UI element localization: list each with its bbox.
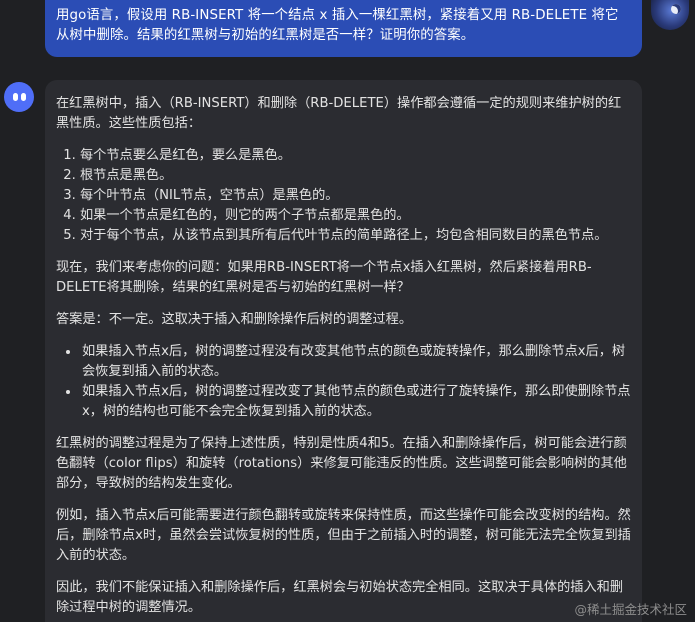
moon-icon (671, 4, 681, 14)
user-avatar-icon[interactable] (651, 0, 689, 30)
cases-list: 如果插入节点x后，树的调整过程没有改变其他节点的颜色或旋转操作，那么删除节点x后… (56, 342, 632, 422)
watermark: @稀土掘金技术社区 (574, 602, 687, 617)
list-item: 如果一个节点是红色的，则它的两个子节点都是黑色的。 (80, 206, 632, 226)
properties-list: 每个节点要么是红色，要么是黑色。 根节点是黑色。 每个叶节点（NIL节点，空节点… (56, 146, 632, 246)
chat-page: 用go语言，假设用 RB-INSERT 将一个结点 x 插入一棵红黑树，紧接着又… (0, 0, 695, 622)
bot-eye-right (21, 93, 26, 101)
assistant-message-bubble: 在红黑树中，插入（RB-INSERT）和删除（RB-DELETE）操作都会遵循一… (45, 80, 642, 622)
bot-avatar-icon (4, 82, 34, 112)
user-message-text: 用go语言，假设用 RB-INSERT 将一个结点 x 插入一棵红黑树，紧接着又… (56, 8, 619, 43)
list-item: 对于每个节点，从该节点到其所有后代叶节点的简单路径上，均包含相同数目的黑色节点。 (80, 226, 632, 246)
assistant-example: 例如，插入节点x后可能需要进行颜色翻转或旋转来保持性质，而这些操作可能会改变树的… (56, 508, 631, 563)
assistant-question: 现在，我们来考虑你的问题：如果用RB-INSERT将一个节点x插入红黑树，然后紧… (56, 260, 592, 295)
user-message-bubble: 用go语言，假设用 RB-INSERT 将一个结点 x 插入一棵红黑树，紧接着又… (45, 0, 642, 57)
assistant-intro: 在红黑树中，插入（RB-INSERT）和删除（RB-DELETE）操作都会遵循一… (56, 96, 622, 131)
list-item: 每个叶节点（NIL节点，空节点）是黑色的。 (80, 186, 632, 206)
assistant-conclusion: 因此，我们不能保证插入和删除操作后，红黑树会与初始状态完全相同。这取决于具体的插… (56, 580, 624, 615)
bot-eye-left (13, 93, 18, 101)
assistant-explanation: 红黑树的调整过程是为了保持上述性质，特别是性质4和5。在插入和删除操作后，树可能… (56, 436, 627, 491)
list-item: 每个节点要么是红色，要么是黑色。 (80, 146, 632, 166)
list-item: 如果插入节点x后，树的调整过程改变了其他节点的颜色或进行了旋转操作，那么即使删除… (80, 382, 632, 422)
list-item: 根节点是黑色。 (80, 166, 632, 186)
list-item: 如果插入节点x后，树的调整过程没有改变其他节点的颜色或旋转操作，那么删除节点x后… (80, 342, 632, 382)
assistant-answer: 答案是：不一定。这取决于插入和删除操作后树的调整过程。 (56, 312, 413, 327)
